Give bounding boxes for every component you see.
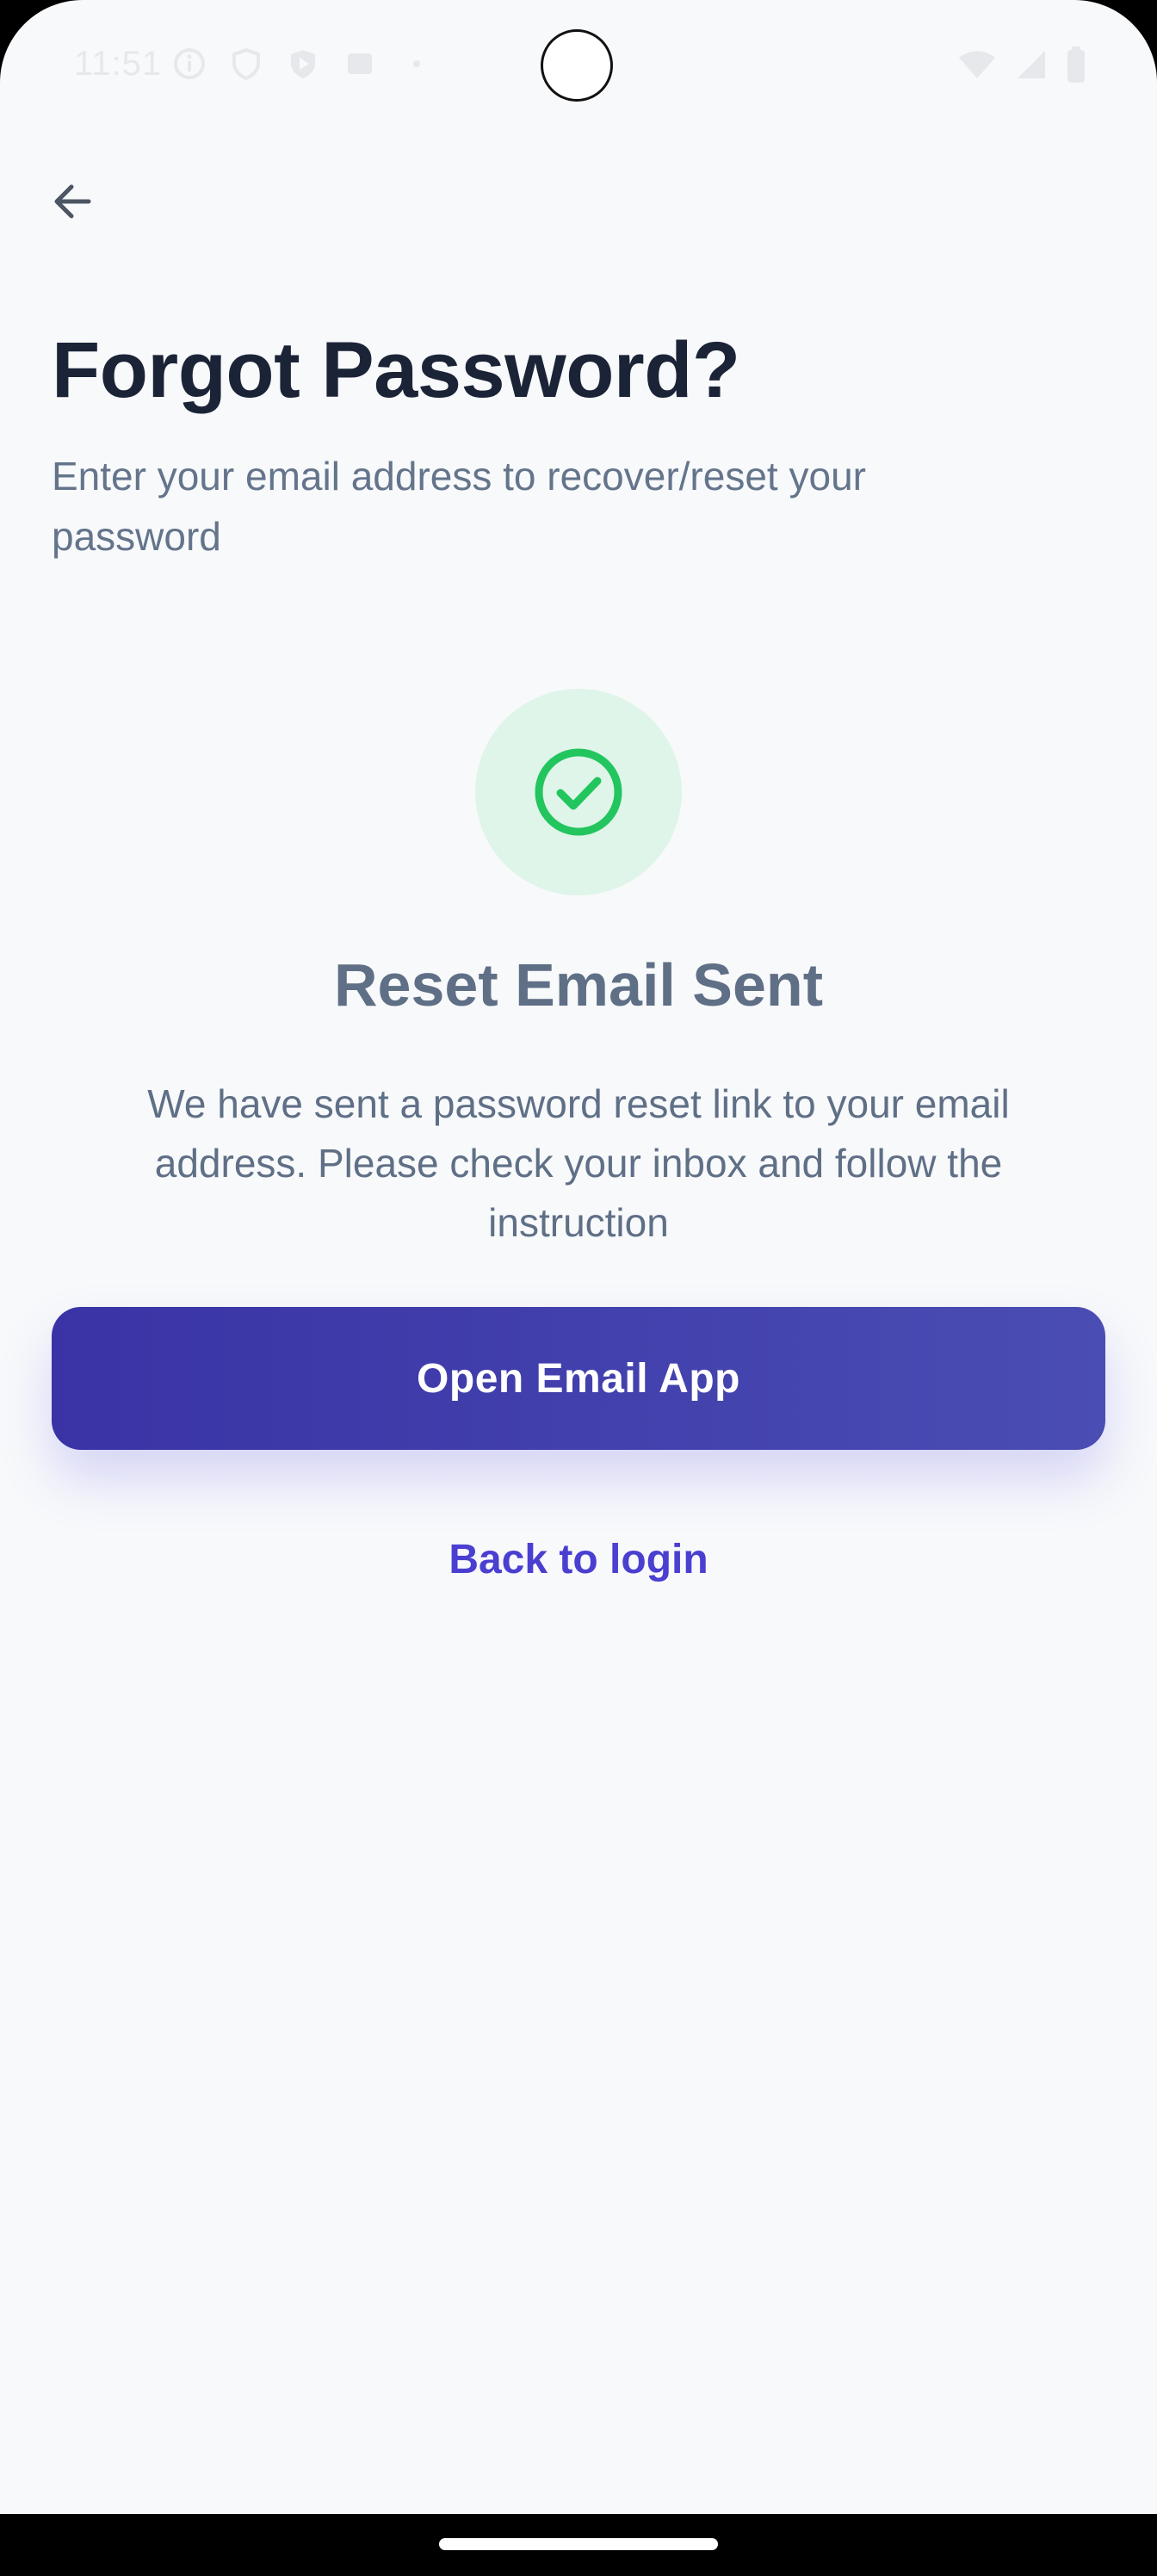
success-title: Reset Email Sent xyxy=(334,951,823,1019)
back-to-login-link[interactable]: Back to login xyxy=(0,1536,1157,1583)
info-icon xyxy=(172,46,207,81)
gesture-handle[interactable] xyxy=(439,2538,718,2550)
arrow-left-icon xyxy=(54,184,91,219)
success-badge xyxy=(475,689,682,895)
page-subtitle: Enter your email address to recover/rese… xyxy=(52,454,866,559)
square-app-icon xyxy=(343,46,377,81)
status-bar: 11:51 xyxy=(0,0,1157,129)
status-icons-right xyxy=(957,46,1086,87)
screen: 11:51 Forgot Password? Enter your email … xyxy=(0,0,1157,2576)
camera-cutout xyxy=(541,29,613,102)
page-title: Forgot Password? xyxy=(52,326,740,414)
play-protect-icon xyxy=(286,46,320,81)
system-navigation-bar xyxy=(0,2514,1157,2576)
shield-icon xyxy=(229,46,263,81)
status-icons-left xyxy=(172,46,434,81)
status-time: 11:51 xyxy=(74,45,163,83)
wifi-icon xyxy=(957,47,997,86)
check-circle-icon xyxy=(535,748,622,836)
dot-icon xyxy=(399,46,434,81)
battery-icon xyxy=(1066,46,1086,87)
open-email-app-button[interactable]: Open Email App xyxy=(52,1307,1105,1450)
success-message: We have sent a password reset link to yo… xyxy=(147,1081,1010,1245)
cell-signal-icon xyxy=(1014,47,1049,86)
back-button[interactable] xyxy=(46,176,98,227)
